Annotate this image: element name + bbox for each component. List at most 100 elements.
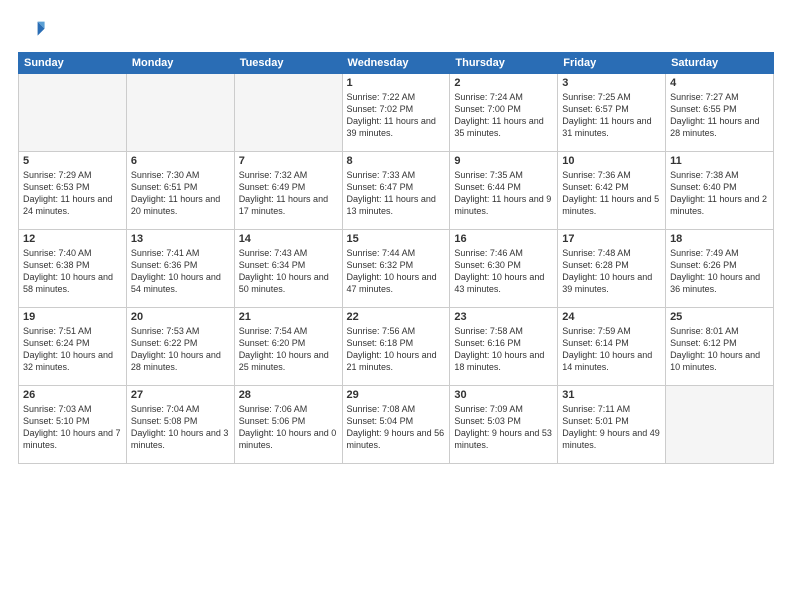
- day-number: 26: [23, 389, 122, 401]
- logo: [18, 16, 50, 44]
- weekday-header-friday: Friday: [558, 53, 666, 74]
- day-info: Sunrise: 7:33 AM Sunset: 6:47 PM Dayligh…: [347, 169, 446, 218]
- day-info: Sunrise: 7:43 AM Sunset: 6:34 PM Dayligh…: [239, 247, 338, 296]
- day-cell: 9 Sunrise: 7:35 AM Sunset: 6:44 PM Daylig…: [450, 152, 558, 230]
- day-cell: 4 Sunrise: 7:27 AM Sunset: 6:55 PM Daylig…: [666, 74, 774, 152]
- day-cell: 17Sunrise: 7:48 AM Sunset: 6:28 PM Dayli…: [558, 230, 666, 308]
- day-info: Sunrise: 7:24 AM Sunset: 7:00 PM Dayligh…: [454, 91, 553, 140]
- day-info: Sunrise: 7:44 AM Sunset: 6:32 PM Dayligh…: [347, 247, 446, 296]
- day-info: Sunrise: 7:38 AM Sunset: 6:40 PM Dayligh…: [670, 169, 769, 218]
- day-number: 3: [562, 77, 661, 89]
- day-cell: 24Sunrise: 7:59 AM Sunset: 6:14 PM Dayli…: [558, 308, 666, 386]
- day-number: 8: [347, 155, 446, 167]
- day-info: Sunrise: 7:48 AM Sunset: 6:28 PM Dayligh…: [562, 247, 661, 296]
- weekday-header-monday: Monday: [126, 53, 234, 74]
- weekday-header-tuesday: Tuesday: [234, 53, 342, 74]
- day-number: 14: [239, 233, 338, 245]
- day-info: Sunrise: 7:09 AM Sunset: 5:03 PM Dayligh…: [454, 403, 553, 452]
- day-info: Sunrise: 7:54 AM Sunset: 6:20 PM Dayligh…: [239, 325, 338, 374]
- day-info: Sunrise: 7:11 AM Sunset: 5:01 PM Dayligh…: [562, 403, 661, 452]
- day-cell: 12 Sunrise: 7:40 AM Sunset: 6:38 PM Dayli…: [19, 230, 127, 308]
- day-number: 31: [562, 389, 661, 401]
- day-cell: 3 Sunrise: 7:25 AM Sunset: 6:57 PM Daylig…: [558, 74, 666, 152]
- day-cell: 30 Sunrise: 7:09 AM Sunset: 5:03 PM Dayli…: [450, 386, 558, 464]
- day-number: 9: [454, 155, 553, 167]
- day-cell: 13 Sunrise: 7:41 AM Sunset: 6:36 PM Dayli…: [126, 230, 234, 308]
- day-cell: 11 Sunrise: 7:38 AM Sunset: 6:40 PM Dayli…: [666, 152, 774, 230]
- day-number: 24: [562, 311, 661, 323]
- day-number: 21: [239, 311, 338, 323]
- day-number: 20: [131, 311, 230, 323]
- day-cell: 6 Sunrise: 7:30 AM Sunset: 6:51 PM Daylig…: [126, 152, 234, 230]
- day-cell: 21 Sunrise: 7:54 AM Sunset: 6:20 PM Dayli…: [234, 308, 342, 386]
- day-cell: 27 Sunrise: 7:04 AM Sunset: 5:08 PM Dayli…: [126, 386, 234, 464]
- day-number: 28: [239, 389, 338, 401]
- day-cell: 29 Sunrise: 7:08 AM Sunset: 5:04 PM Dayli…: [342, 386, 450, 464]
- day-cell: 8 Sunrise: 7:33 AM Sunset: 6:47 PM Daylig…: [342, 152, 450, 230]
- day-info: Sunrise: 7:56 AM Sunset: 6:18 PM Dayligh…: [347, 325, 446, 374]
- weekday-header-row: SundayMondayTuesdayWednesdayThursdayFrid…: [19, 53, 774, 74]
- day-cell: 23Sunrise: 7:58 AM Sunset: 6:16 PM Dayli…: [450, 308, 558, 386]
- day-number: 30: [454, 389, 553, 401]
- day-info: Sunrise: 8:01 AM Sunset: 6:12 PM Dayligh…: [670, 325, 769, 374]
- day-number: 27: [131, 389, 230, 401]
- day-cell: 7 Sunrise: 7:32 AM Sunset: 6:49 PM Daylig…: [234, 152, 342, 230]
- day-number: 5: [23, 155, 122, 167]
- day-info: Sunrise: 7:04 AM Sunset: 5:08 PM Dayligh…: [131, 403, 230, 452]
- day-cell: [666, 386, 774, 464]
- day-cell: 16 Sunrise: 7:46 AM Sunset: 6:30 PM Dayli…: [450, 230, 558, 308]
- day-cell: 26 Sunrise: 7:03 AM Sunset: 5:10 PM Dayli…: [19, 386, 127, 464]
- day-number: 2: [454, 77, 553, 89]
- day-cell: 18Sunrise: 7:49 AM Sunset: 6:26 PM Dayli…: [666, 230, 774, 308]
- day-cell: 20 Sunrise: 7:53 AM Sunset: 6:22 PM Dayli…: [126, 308, 234, 386]
- day-info: Sunrise: 7:35 AM Sunset: 6:44 PM Dayligh…: [454, 169, 553, 218]
- day-cell: 2 Sunrise: 7:24 AM Sunset: 7:00 PM Daylig…: [450, 74, 558, 152]
- page: SundayMondayTuesdayWednesdayThursdayFrid…: [0, 0, 792, 612]
- day-number: 16: [454, 233, 553, 245]
- day-cell: 19Sunrise: 7:51 AM Sunset: 6:24 PM Dayli…: [19, 308, 127, 386]
- day-info: Sunrise: 7:22 AM Sunset: 7:02 PM Dayligh…: [347, 91, 446, 140]
- logo-icon: [18, 16, 46, 44]
- day-number: 19: [23, 311, 122, 323]
- day-number: 15: [347, 233, 446, 245]
- day-cell: 22 Sunrise: 7:56 AM Sunset: 6:18 PM Dayli…: [342, 308, 450, 386]
- day-info: Sunrise: 7:32 AM Sunset: 6:49 PM Dayligh…: [239, 169, 338, 218]
- day-cell: [126, 74, 234, 152]
- day-number: 22: [347, 311, 446, 323]
- day-info: Sunrise: 7:06 AM Sunset: 5:06 PM Dayligh…: [239, 403, 338, 452]
- day-info: Sunrise: 7:30 AM Sunset: 6:51 PM Dayligh…: [131, 169, 230, 218]
- day-info: Sunrise: 7:03 AM Sunset: 5:10 PM Dayligh…: [23, 403, 122, 452]
- day-info: Sunrise: 7:41 AM Sunset: 6:36 PM Dayligh…: [131, 247, 230, 296]
- day-cell: 1Sunrise: 7:22 AM Sunset: 7:02 PM Daylig…: [342, 74, 450, 152]
- week-row-0: 1Sunrise: 7:22 AM Sunset: 7:02 PM Daylig…: [19, 74, 774, 152]
- week-row-3: 19Sunrise: 7:51 AM Sunset: 6:24 PM Dayli…: [19, 308, 774, 386]
- day-info: Sunrise: 7:27 AM Sunset: 6:55 PM Dayligh…: [670, 91, 769, 140]
- day-cell: 5 Sunrise: 7:29 AM Sunset: 6:53 PM Daylig…: [19, 152, 127, 230]
- day-number: 13: [131, 233, 230, 245]
- day-info: Sunrise: 7:49 AM Sunset: 6:26 PM Dayligh…: [670, 247, 769, 296]
- calendar: SundayMondayTuesdayWednesdayThursdayFrid…: [18, 52, 774, 464]
- day-info: Sunrise: 7:40 AM Sunset: 6:38 PM Dayligh…: [23, 247, 122, 296]
- header: [18, 16, 774, 44]
- day-number: 12: [23, 233, 122, 245]
- day-number: 29: [347, 389, 446, 401]
- day-number: 7: [239, 155, 338, 167]
- day-cell: 28 Sunrise: 7:06 AM Sunset: 5:06 PM Dayli…: [234, 386, 342, 464]
- day-info: Sunrise: 7:58 AM Sunset: 6:16 PM Dayligh…: [454, 325, 553, 374]
- day-info: Sunrise: 7:08 AM Sunset: 5:04 PM Dayligh…: [347, 403, 446, 452]
- day-info: Sunrise: 7:36 AM Sunset: 6:42 PM Dayligh…: [562, 169, 661, 218]
- day-info: Sunrise: 7:29 AM Sunset: 6:53 PM Dayligh…: [23, 169, 122, 218]
- day-cell: [234, 74, 342, 152]
- weekday-header-saturday: Saturday: [666, 53, 774, 74]
- day-number: 11: [670, 155, 769, 167]
- day-cell: 25Sunrise: 8:01 AM Sunset: 6:12 PM Dayli…: [666, 308, 774, 386]
- day-cell: 31 Sunrise: 7:11 AM Sunset: 5:01 PM Dayli…: [558, 386, 666, 464]
- day-info: Sunrise: 7:46 AM Sunset: 6:30 PM Dayligh…: [454, 247, 553, 296]
- day-number: 6: [131, 155, 230, 167]
- week-row-2: 12 Sunrise: 7:40 AM Sunset: 6:38 PM Dayli…: [19, 230, 774, 308]
- day-info: Sunrise: 7:25 AM Sunset: 6:57 PM Dayligh…: [562, 91, 661, 140]
- week-row-1: 5 Sunrise: 7:29 AM Sunset: 6:53 PM Daylig…: [19, 152, 774, 230]
- day-info: Sunrise: 7:53 AM Sunset: 6:22 PM Dayligh…: [131, 325, 230, 374]
- day-number: 10: [562, 155, 661, 167]
- day-number: 4: [670, 77, 769, 89]
